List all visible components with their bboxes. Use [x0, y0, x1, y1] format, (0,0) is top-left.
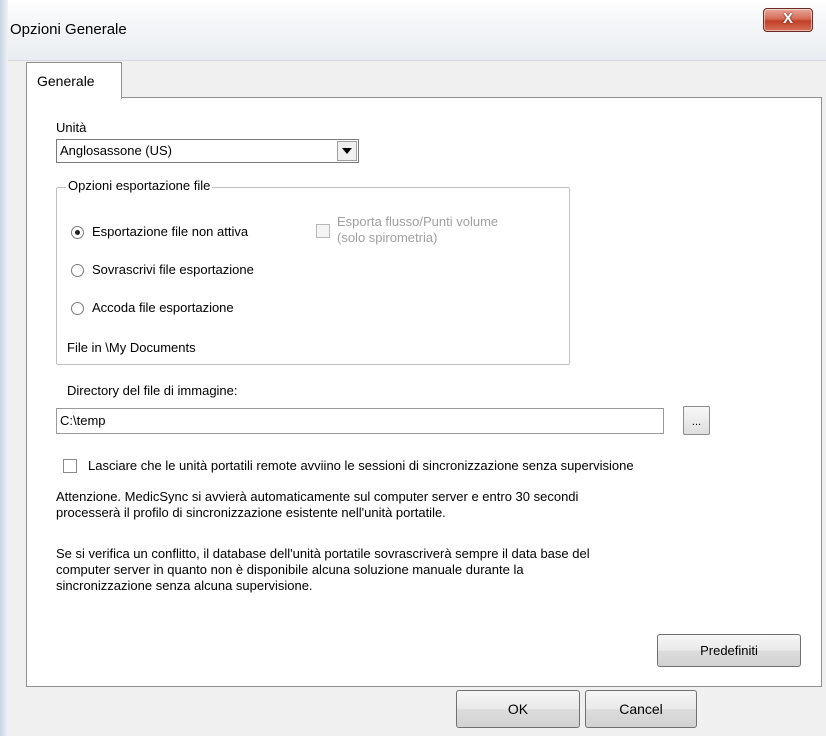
remote-sync-checkbox[interactable] — [63, 459, 77, 473]
warning-note-line2: processerà il profilo di sincronizzazion… — [56, 505, 446, 520]
image-dir-label: Directory del file di immagine: — [67, 383, 238, 398]
radio-export-disabled[interactable] — [71, 226, 84, 239]
image-dir-input[interactable]: C:\temp — [56, 408, 664, 434]
chevron-down-icon[interactable] — [337, 141, 357, 161]
flow-volume-checkbox[interactable] — [316, 224, 330, 238]
radio-export-disabled-label[interactable]: Esportazione file non attiva — [92, 224, 248, 239]
options-dialog: Opzioni Generale X Generale Unità Anglos… — [0, 0, 826, 736]
defaults-button-label: Predefiniti — [700, 643, 758, 658]
ok-button[interactable]: OK — [456, 690, 580, 728]
conflict-note-line1: Se si verifica un conflitto, il database… — [56, 546, 590, 561]
radio-append-export[interactable] — [71, 302, 84, 315]
cancel-button-label: Cancel — [619, 701, 663, 717]
image-dir-value: C:\temp — [60, 413, 106, 428]
radio-overwrite-export[interactable] — [71, 264, 84, 277]
close-button[interactable]: X — [763, 8, 813, 32]
units-select[interactable]: Anglosassone (US) — [56, 139, 359, 163]
conflict-note-line3: sincronizzazione senza alcuna supervisio… — [56, 578, 313, 593]
radio-overwrite-export-label[interactable]: Sovrascrivi file esportazione — [92, 262, 254, 277]
export-group-title: Opzioni esportazione file — [66, 178, 213, 193]
export-location-note: File in \My Documents — [67, 340, 196, 355]
warning-note-line1: Attenzione. MedicSync si avvierà automat… — [56, 489, 579, 504]
flow-volume-sublabel: (solo spirometria) — [337, 230, 438, 245]
remote-sync-label[interactable]: Lasciare che le unità portatili remote a… — [88, 458, 634, 473]
units-label: Unità — [56, 120, 87, 135]
browse-button[interactable]: ... — [683, 406, 710, 435]
window-title: Opzioni Generale — [10, 21, 127, 38]
radio-append-export-label[interactable]: Accoda file esportazione — [92, 300, 234, 315]
tab-label: Generale — [37, 73, 95, 89]
units-selected-value: Anglosassone (US) — [60, 143, 172, 158]
tab-generale[interactable]: Generale — [26, 62, 122, 99]
window-border — [0, 0, 8, 736]
conflict-note-line2: computer server in quanto non è disponib… — [56, 562, 524, 577]
flow-volume-label: Esporta flusso/Punti volume — [337, 214, 499, 229]
close-icon: X — [782, 10, 793, 27]
defaults-button[interactable]: Predefiniti — [657, 634, 801, 667]
cancel-button[interactable]: Cancel — [585, 690, 697, 728]
ok-button-label: OK — [507, 701, 529, 717]
ellipsis-icon: ... — [691, 416, 702, 428]
